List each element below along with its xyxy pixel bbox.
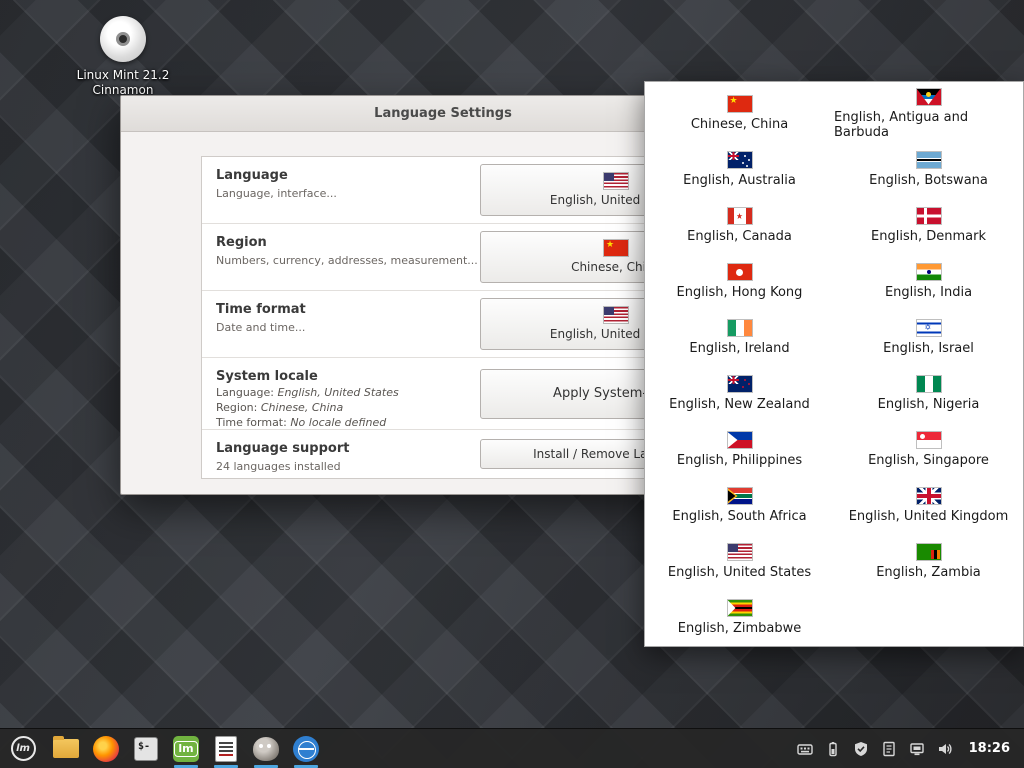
desktop-icon-label: Linux Mint 21.2 Cinnamon	[62, 68, 184, 98]
language-option-label: English, Israel	[883, 341, 974, 356]
system-tray: 18:26	[797, 740, 1024, 757]
language-option[interactable]: English, India	[834, 254, 1023, 310]
zw-flag-icon	[728, 600, 752, 616]
au-flag-icon	[728, 152, 752, 168]
desktop-icon-linux-mint-iso[interactable]: Linux Mint 21.2 Cinnamon	[62, 16, 184, 98]
mint-installer-icon: lm	[173, 736, 199, 762]
language-option-label: English, Philippines	[677, 453, 802, 468]
volume-icon[interactable]	[937, 740, 954, 757]
running-indicator	[174, 765, 198, 768]
sg-flag-icon	[917, 432, 941, 448]
mint-installer-launcher[interactable]: lm	[166, 729, 206, 768]
files-launcher[interactable]	[46, 729, 86, 768]
nz-flag-icon	[728, 376, 752, 392]
language-option[interactable]: English, Australia	[645, 142, 834, 198]
firefox-launcher[interactable]	[86, 729, 126, 768]
language-option-label: English, India	[885, 285, 972, 300]
language-settings-launcher[interactable]	[286, 729, 326, 768]
language-option-label: English, New Zealand	[669, 397, 810, 412]
language-option[interactable]: English, Hong Kong	[645, 254, 834, 310]
language-option[interactable]: English, Ireland	[645, 310, 834, 366]
language-option-label: Chinese, China	[691, 117, 788, 132]
ng-flag-icon	[917, 376, 941, 392]
shield-icon[interactable]	[853, 740, 870, 757]
us-flag-icon	[604, 307, 628, 323]
language-option[interactable]: English, Israel	[834, 310, 1023, 366]
language-option[interactable]: English, Canada	[645, 198, 834, 254]
language-option[interactable]: English, Singapore	[834, 422, 1023, 478]
desktop: Linux Mint 21.2 Cinnamon Language Settin…	[0, 0, 1024, 768]
language-option[interactable]: English, Zambia	[834, 534, 1023, 590]
language-option[interactable]: English, Zimbabwe	[645, 590, 834, 646]
taskbar: lm $- lm	[0, 728, 1024, 768]
running-indicator	[294, 765, 318, 768]
language-option-label: English, Ireland	[689, 341, 789, 356]
window-title: Language Settings	[374, 106, 512, 121]
language-option[interactable]: English, United Kingdom	[834, 478, 1023, 534]
running-indicator	[254, 765, 278, 768]
text-editor-icon	[215, 736, 237, 762]
bw-flag-icon	[917, 152, 941, 168]
us-flag-icon	[728, 544, 752, 560]
language-option-label: English, Nigeria	[878, 397, 980, 412]
language-option-label: English, South Africa	[672, 509, 806, 524]
language-option-label: English, Antigua and Barbuda	[834, 110, 1023, 140]
ph-flag-icon	[728, 432, 752, 448]
dk-flag-icon	[917, 208, 941, 224]
disc-icon	[100, 16, 146, 62]
language-option-label: English, Singapore	[868, 453, 989, 468]
za-flag-icon	[728, 488, 752, 504]
language-option-label: English, Zimbabwe	[678, 621, 802, 636]
mint-menu-button[interactable]: lm	[0, 729, 46, 768]
language-option[interactable]: English, United States	[645, 534, 834, 590]
language-option[interactable]: Chinese, China	[645, 86, 834, 142]
language-settings-icon	[293, 736, 319, 762]
language-option[interactable]: English, Philippines	[645, 422, 834, 478]
battery-icon[interactable]	[825, 740, 842, 757]
hk-flag-icon	[728, 264, 752, 280]
firefox-icon	[93, 736, 119, 762]
network-icon[interactable]	[909, 740, 926, 757]
ag-flag-icon	[917, 89, 941, 105]
language-option[interactable]: English, Antigua and Barbuda	[834, 86, 1023, 142]
gimp-launcher[interactable]	[246, 729, 286, 768]
in-flag-icon	[917, 264, 941, 280]
gimp-icon	[253, 737, 279, 761]
language-option-label: English, Canada	[687, 229, 792, 244]
zm-flag-icon	[917, 544, 941, 560]
language-option-label: English, Denmark	[871, 229, 986, 244]
language-option-label: English, Botswana	[869, 173, 988, 188]
language-option-label: English, Australia	[683, 173, 796, 188]
ca-flag-icon	[728, 208, 752, 224]
us-flag-icon	[604, 173, 628, 189]
running-indicator	[214, 765, 238, 768]
language-option[interactable]: English, Denmark	[834, 198, 1023, 254]
language-option-label: English, Zambia	[876, 565, 981, 580]
il-flag-icon	[917, 320, 941, 336]
language-option-label: English, Hong Kong	[677, 285, 803, 300]
language-option[interactable]: English, New Zealand	[645, 366, 834, 422]
language-option[interactable]: English, Botswana	[834, 142, 1023, 198]
notes-icon[interactable]	[881, 740, 898, 757]
clock[interactable]: 18:26	[969, 741, 1010, 756]
cn-flag-icon	[728, 96, 752, 112]
mint-logo-icon: lm	[11, 736, 36, 761]
language-option[interactable]: English, South Africa	[645, 478, 834, 534]
language-grid: Chinese, China English, Antigua and Barbu…	[645, 82, 1023, 646]
ie-flag-icon	[728, 320, 752, 336]
language-option-label: English, United States	[668, 565, 811, 580]
terminal-icon: $-	[134, 737, 158, 761]
language-option-label: English, United Kingdom	[849, 509, 1009, 524]
keyboard-icon[interactable]	[797, 740, 814, 757]
terminal-launcher[interactable]: $-	[126, 729, 166, 768]
cn-flag-icon	[604, 240, 628, 256]
text-editor-launcher[interactable]	[206, 729, 246, 768]
language-option[interactable]: English, Nigeria	[834, 366, 1023, 422]
folder-icon	[53, 739, 79, 758]
gb-flag-icon	[917, 488, 941, 504]
language-dropdown-popup: Chinese, China English, Antigua and Barbu…	[644, 81, 1024, 647]
